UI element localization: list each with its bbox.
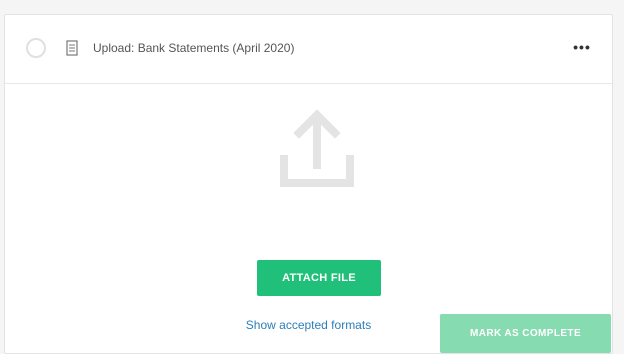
upload-dropzone[interactable]: ATTACH FILE Show accepted formats (5, 84, 612, 332)
task-card: Upload: Bank Statements (April 2020) •••… (4, 14, 613, 354)
task-header: Upload: Bank Statements (April 2020) ••• (5, 15, 612, 84)
document-icon (66, 40, 78, 56)
more-options-button[interactable]: ••• (570, 35, 594, 59)
mark-as-complete-button[interactable]: MARK AS COMPLETE (440, 314, 611, 353)
task-title: Upload: Bank Statements (April 2020) (93, 41, 295, 55)
attach-file-button[interactable]: ATTACH FILE (257, 260, 381, 296)
upload-icon (280, 109, 354, 187)
complete-toggle-icon[interactable] (26, 38, 46, 58)
